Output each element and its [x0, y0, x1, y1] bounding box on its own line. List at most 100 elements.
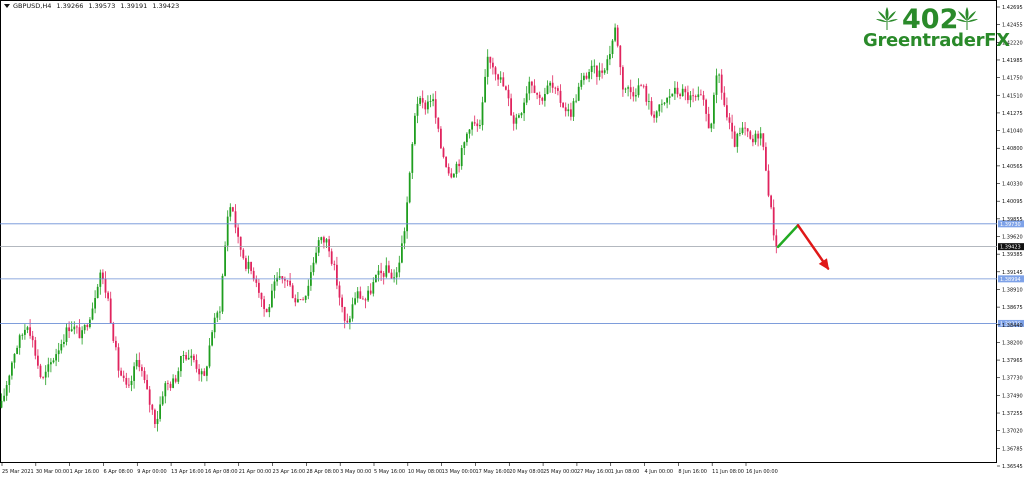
- x-tick-label: 5 May 16:00: [374, 469, 405, 475]
- candle-body: [746, 128, 749, 132]
- candle-body: [107, 292, 109, 299]
- candle-body: [395, 272, 398, 278]
- candle-body: [336, 264, 338, 286]
- candle-body: [557, 88, 559, 91]
- candle-body: [481, 102, 484, 126]
- candle-body: [297, 299, 299, 303]
- candle-body: [304, 295, 307, 300]
- candle-body: [146, 379, 148, 390]
- candle-body: [177, 371, 180, 382]
- candle-body: [455, 163, 458, 174]
- x-tick-label: 1 Apr 16:00: [70, 469, 99, 475]
- candle-body: [655, 111, 658, 118]
- candle-body: [133, 366, 135, 381]
- y-tick-label: 1.40565: [1002, 164, 1023, 170]
- candle-body: [520, 113, 523, 116]
- candle-body: [380, 270, 382, 274]
- candle-body: [3, 395, 5, 401]
- y-tick-label: 1.40095: [1002, 199, 1023, 205]
- candle-body: [141, 367, 143, 371]
- candle-body: [213, 317, 216, 333]
- candle-body: [679, 94, 681, 97]
- header-close: 1.39423: [152, 2, 180, 10]
- x-tick-label: 3 May 00:00: [340, 469, 371, 475]
- candle-body: [294, 298, 297, 303]
- candle-body: [507, 89, 510, 99]
- candle-body: [112, 323, 115, 341]
- candle-body: [11, 362, 13, 376]
- candle-body: [619, 45, 622, 68]
- candle-body: [354, 298, 356, 305]
- candle-body: [666, 97, 668, 103]
- x-tick-label: 21 Apr 00:00: [239, 469, 272, 475]
- candle-body: [718, 74, 720, 76]
- candle-body: [109, 298, 112, 324]
- candle-body: [726, 105, 728, 118]
- candle-body: [705, 99, 707, 114]
- candle-body: [130, 380, 133, 386]
- candle-body: [203, 371, 206, 376]
- candle-body: [559, 90, 562, 103]
- candle-body: [44, 371, 47, 378]
- y-tick-label: 1.39145: [1002, 270, 1023, 276]
- y-tick-label: 1.40330: [1002, 182, 1023, 188]
- price-chart[interactable]: 1.397301.389941.383761.39423 1.426951.42…: [0, 0, 1024, 479]
- candle-body: [52, 360, 55, 363]
- candle-body: [390, 272, 393, 279]
- candle-body: [629, 87, 632, 93]
- candle-body: [460, 148, 463, 167]
- dropdown-triangle-icon[interactable]: [4, 4, 10, 8]
- candle-body: [762, 133, 765, 147]
- y-tick-label: 1.38440: [1002, 323, 1023, 329]
- candle-body: [585, 75, 588, 79]
- candle-body: [21, 334, 24, 336]
- candle-body: [442, 148, 445, 157]
- candle-body: [663, 102, 666, 104]
- candle-body: [471, 122, 473, 130]
- candle-body: [616, 27, 619, 46]
- candle-body: [650, 101, 653, 115]
- candle-body: [57, 350, 60, 355]
- y-tick-label: 1.37490: [1002, 393, 1023, 399]
- x-tick-label: 13 May 00:00: [442, 469, 476, 475]
- x-tick-label: 9 Apr 00:00: [137, 469, 166, 475]
- candle-body: [24, 329, 26, 335]
- x-tick-label: 13 Apr 16:00: [171, 469, 204, 475]
- candle-body: [614, 27, 616, 41]
- candle-body: [104, 278, 107, 293]
- candle-body: [406, 202, 408, 232]
- candle-body: [424, 102, 427, 110]
- candle-body: [291, 285, 294, 299]
- candle-body: [421, 98, 424, 103]
- candle-body: [193, 355, 195, 360]
- candle-body: [161, 396, 164, 405]
- candle-body: [232, 207, 234, 212]
- candle-body: [271, 290, 273, 308]
- candle-body: [330, 251, 333, 264]
- candle-body: [713, 94, 715, 124]
- candle-body: [515, 117, 518, 124]
- header-high: 1.39573: [88, 2, 116, 10]
- x-tick-label: 4 Jun 00:00: [645, 469, 674, 475]
- candle-body: [601, 70, 603, 73]
- candle-body: [372, 282, 375, 294]
- candle-body: [86, 324, 89, 328]
- x-tick-label: 25 May 00:00: [543, 469, 577, 475]
- candle-body: [570, 109, 572, 117]
- candle-body: [83, 324, 86, 331]
- candle-body: [143, 370, 146, 380]
- candle-body: [159, 404, 161, 419]
- candle-body: [263, 299, 265, 309]
- candle-body: [562, 102, 564, 108]
- candle-body: [510, 98, 512, 116]
- candle-body: [120, 370, 122, 376]
- candle-body: [320, 237, 323, 241]
- candle-body: [715, 75, 718, 95]
- candle-body: [382, 273, 385, 277]
- header-open: 1.39266: [56, 2, 84, 10]
- candle-body: [458, 163, 460, 167]
- candle-body: [0, 400, 3, 408]
- candle-body: [668, 96, 671, 98]
- candle-body: [476, 123, 479, 127]
- candle-body: [525, 93, 528, 103]
